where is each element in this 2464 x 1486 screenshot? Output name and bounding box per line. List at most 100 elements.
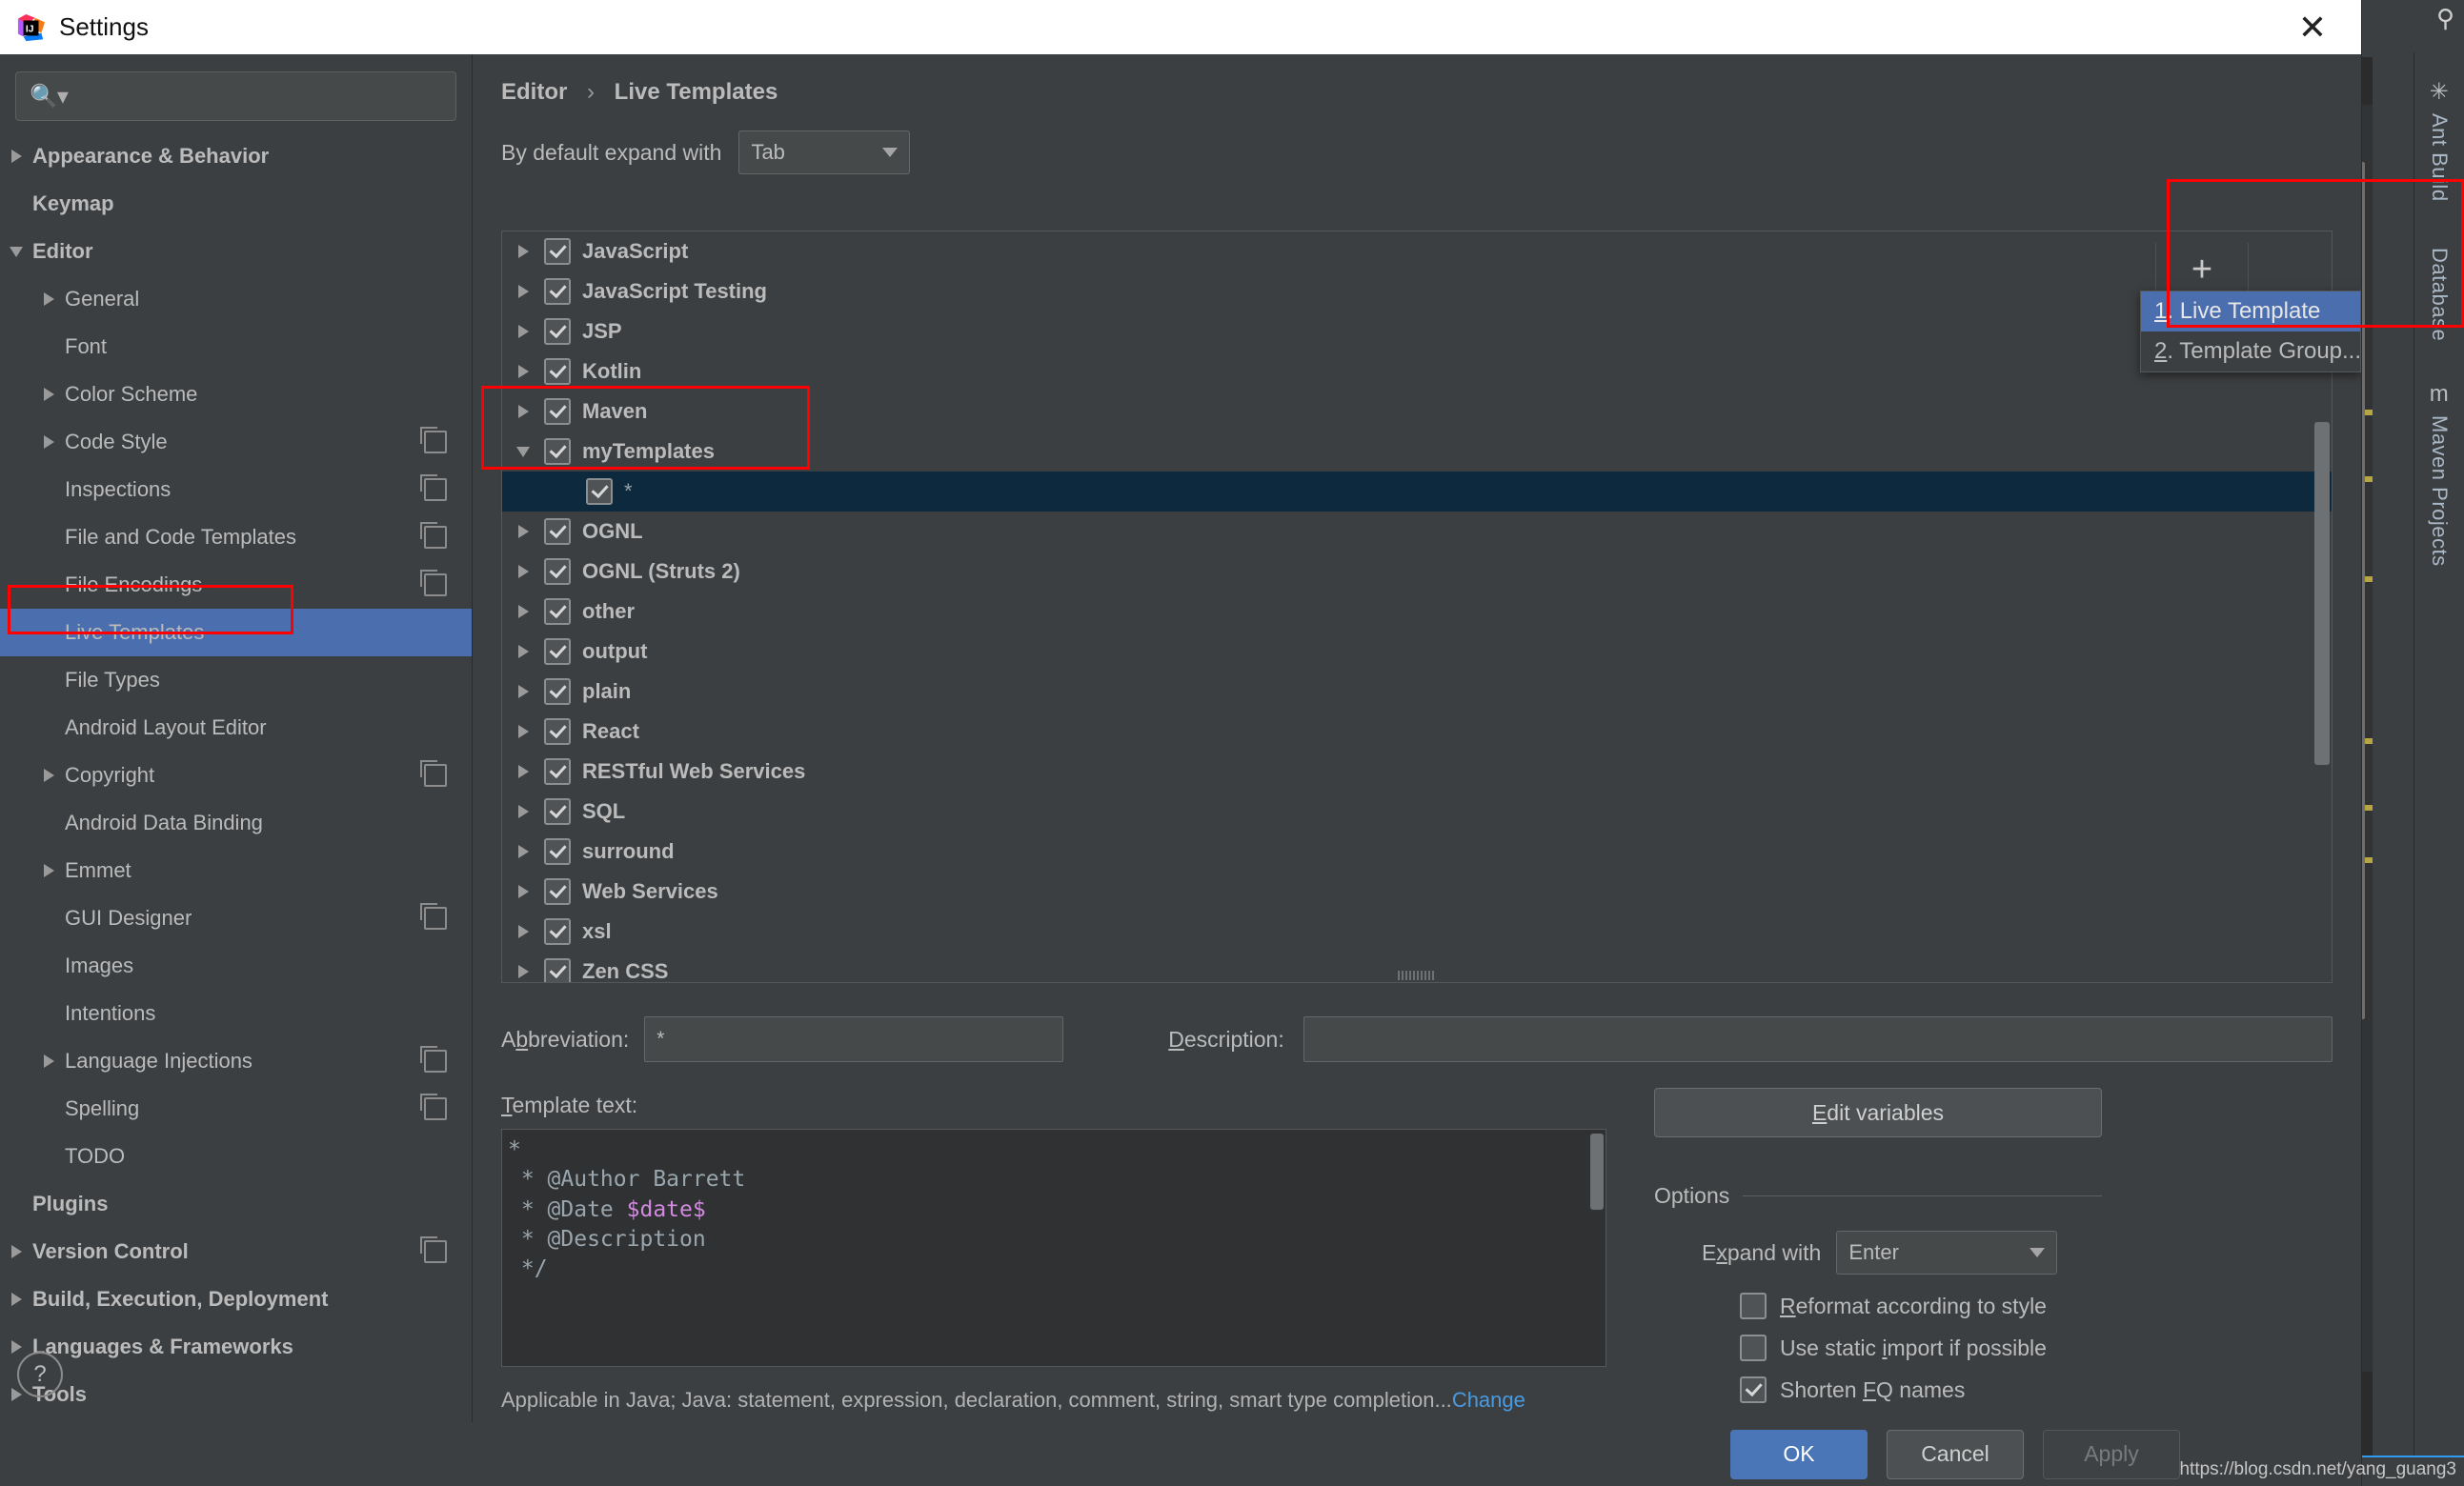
template-group-checkbox[interactable] (544, 758, 571, 785)
breadcrumb-parent[interactable]: Editor (501, 79, 567, 105)
tool-window-ant-build[interactable]: ✳ Ant Build (2414, 71, 2464, 211)
template-group-row[interactable]: SQL (502, 792, 2332, 832)
chevron-right-icon[interactable] (502, 245, 544, 258)
copy-settings-icon[interactable] (420, 570, 447, 596)
sidebar-item-tools[interactable]: Tools (0, 1371, 472, 1418)
chevron-right-icon[interactable] (32, 864, 65, 877)
template-group-checkbox[interactable] (544, 318, 571, 345)
chevron-right-icon[interactable] (502, 725, 544, 738)
template-group-checkbox[interactable] (544, 398, 571, 425)
sidebar-item-appearance-behavior[interactable]: Appearance & Behavior (0, 132, 472, 180)
template-group-row[interactable]: * (502, 472, 2332, 512)
help-button[interactable]: ? (17, 1352, 63, 1397)
sidebar-item-live-templates[interactable]: Live Templates (0, 609, 472, 656)
template-group-row[interactable]: OGNL (502, 512, 2332, 552)
template-group-checkbox[interactable] (544, 718, 571, 745)
chevron-right-icon[interactable] (502, 565, 544, 578)
copy-settings-icon[interactable] (420, 903, 447, 930)
chevron-right-icon[interactable] (0, 1245, 32, 1258)
template-group-row[interactable]: Kotlin (502, 351, 2332, 392)
template-text-editor[interactable]: * * @Author Barrett * @Date $date$ * @De… (501, 1129, 1606, 1367)
menu-item-template-group[interactable]: 2. Template Group... (2141, 331, 2361, 372)
chevron-right-icon[interactable] (502, 925, 544, 938)
template-group-row[interactable]: JavaScript Testing (502, 271, 2332, 311)
chevron-right-icon[interactable] (502, 845, 544, 858)
sidebar-item-font[interactable]: Font (0, 323, 472, 371)
chevron-right-icon[interactable] (32, 769, 65, 782)
option-use-static-import[interactable]: Use static import if possible (1740, 1335, 2047, 1361)
sidebar-item-general[interactable]: General (0, 275, 472, 323)
abbreviation-input[interactable]: * (644, 1016, 1064, 1062)
template-group-checkbox[interactable] (544, 638, 571, 665)
sidebar-item-languages-frameworks[interactable]: Languages & Frameworks (0, 1323, 472, 1371)
sidebar-item-spelling[interactable]: Spelling (0, 1085, 472, 1133)
option-shorten-fq-names[interactable]: Shorten FQ names (1740, 1376, 1965, 1403)
sidebar-item-android-layout-editor[interactable]: Android Layout Editor (0, 704, 472, 752)
template-group-row[interactable]: other (502, 592, 2332, 632)
close-icon[interactable]: ✕ (2285, 0, 2340, 54)
template-group-row[interactable]: Maven (502, 392, 2332, 432)
add-template-button[interactable]: + (2155, 243, 2249, 296)
template-group-checkbox[interactable] (544, 838, 571, 865)
sidebar-item-file-types[interactable]: File Types (0, 656, 472, 704)
sidebar-item-emmet[interactable]: Emmet (0, 847, 472, 894)
sidebar-item-code-style[interactable]: Code Style (0, 418, 472, 466)
template-group-checkbox[interactable] (544, 558, 571, 585)
cancel-button[interactable]: Cancel (1887, 1429, 2024, 1479)
sidebar-item-plugins[interactable]: Plugins (0, 1180, 472, 1228)
template-group-row[interactable]: React (502, 712, 2332, 752)
edit-variables-button[interactable]: Edit variables (1654, 1088, 2102, 1137)
search-input[interactable] (74, 84, 442, 109)
template-group-checkbox[interactable] (544, 238, 571, 265)
chevron-right-icon[interactable] (502, 525, 544, 538)
copy-settings-icon[interactable] (420, 1236, 447, 1263)
chevron-right-icon[interactable] (502, 405, 544, 418)
template-group-checkbox[interactable] (544, 438, 571, 465)
chevron-right-icon[interactable] (32, 435, 65, 449)
template-group-row[interactable]: RESTful Web Services (502, 752, 2332, 792)
chevron-right-icon[interactable] (502, 765, 544, 778)
chevron-right-icon[interactable] (32, 1054, 65, 1068)
sidebar-item-keymap[interactable]: Keymap (0, 180, 472, 228)
chevron-down-icon[interactable] (0, 246, 32, 257)
chevron-right-icon[interactable] (502, 325, 544, 338)
search-box[interactable]: 🔍▾ (15, 71, 456, 121)
description-input[interactable] (1303, 1016, 2333, 1062)
sidebar-item-android-data-binding[interactable]: Android Data Binding (0, 799, 472, 847)
chevron-right-icon[interactable] (502, 685, 544, 698)
sidebar-item-intentions[interactable]: Intentions (0, 990, 472, 1037)
sidebar-item-language-injections[interactable]: Language Injections (0, 1037, 472, 1085)
sidebar-item-editor[interactable]: Editor (0, 228, 472, 275)
default-expand-combo[interactable]: Tab (738, 131, 911, 174)
template-tree-scrollbar[interactable] (2314, 422, 2330, 765)
template-group-checkbox[interactable] (544, 598, 571, 625)
template-group-row[interactable]: JavaScript (502, 231, 2332, 271)
chevron-right-icon[interactable] (0, 1293, 32, 1306)
chevron-right-icon[interactable] (502, 365, 544, 378)
template-group-checkbox[interactable] (544, 798, 571, 825)
copy-settings-icon[interactable] (420, 474, 447, 501)
template-group-checkbox[interactable] (544, 278, 571, 305)
copy-settings-icon[interactable] (420, 522, 447, 549)
options-expand-combo[interactable]: Enter (1836, 1231, 2058, 1275)
sidebar-item-color-scheme[interactable]: Color Scheme (0, 371, 472, 418)
chevron-right-icon[interactable] (502, 805, 544, 818)
template-group-row[interactable]: Web Services (502, 872, 2332, 912)
change-context-link[interactable]: Change (1452, 1388, 1525, 1412)
chevron-right-icon[interactable] (502, 605, 544, 618)
resize-grip[interactable] (1398, 971, 1436, 980)
template-group-row[interactable]: plain (502, 672, 2332, 712)
checkbox[interactable] (1740, 1335, 1767, 1361)
chevron-right-icon[interactable] (32, 388, 65, 401)
copy-settings-icon[interactable] (420, 427, 447, 453)
chevron-down-icon[interactable] (502, 446, 544, 457)
chevron-right-icon[interactable] (502, 645, 544, 658)
sidebar-item-file-and-code-templates[interactable]: File and Code Templates (0, 513, 472, 561)
tool-window-maven-projects[interactable]: m Maven Projects (2414, 373, 2464, 576)
template-group-row[interactable]: OGNL (Struts 2) (502, 552, 2332, 592)
copy-settings-icon[interactable] (420, 1046, 447, 1073)
chevron-right-icon[interactable] (0, 150, 32, 163)
ok-button[interactable]: OK (1730, 1429, 1868, 1479)
template-group-checkbox[interactable] (544, 518, 571, 545)
sidebar-item-version-control[interactable]: Version Control (0, 1228, 472, 1275)
